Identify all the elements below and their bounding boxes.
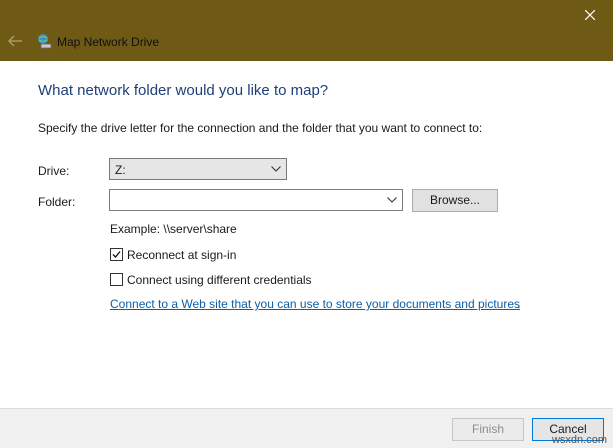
instruction-text: Specify the drive letter for the connect…: [38, 121, 483, 135]
browse-button[interactable]: Browse...: [412, 189, 498, 212]
reconnect-checkbox[interactable]: [110, 248, 123, 261]
watermark: wsxdn.com: [551, 434, 607, 446]
drive-value: Z:: [115, 163, 126, 177]
window-title: Map Network Drive: [57, 35, 160, 49]
close-button[interactable]: [567, 0, 613, 30]
credentials-label[interactable]: Connect using different credentials: [127, 273, 312, 287]
checkmark-icon: [112, 251, 121, 258]
link-period: .: [517, 297, 521, 311]
example-text: Example: \\server\share: [110, 222, 237, 236]
page-heading: What network folder would you like to ma…: [38, 82, 329, 99]
back-arrow-icon[interactable]: [7, 34, 23, 48]
finish-button[interactable]: Finish: [452, 418, 524, 441]
drive-label: Drive:: [38, 164, 70, 178]
folder-label: Folder:: [38, 195, 76, 209]
credentials-checkbox[interactable]: [110, 273, 123, 286]
web-site-link[interactable]: Connect to a Web site that you can use t…: [110, 297, 520, 311]
reconnect-label[interactable]: Reconnect at sign-in: [127, 248, 236, 262]
close-icon: [585, 10, 595, 20]
network-drive-icon: [38, 34, 52, 49]
chevron-down-icon: [271, 166, 281, 172]
title-bar: [0, 0, 613, 61]
drive-dropdown[interactable]: Z:: [109, 158, 287, 180]
folder-combobox[interactable]: [109, 189, 403, 211]
chevron-down-icon[interactable]: [387, 197, 397, 203]
